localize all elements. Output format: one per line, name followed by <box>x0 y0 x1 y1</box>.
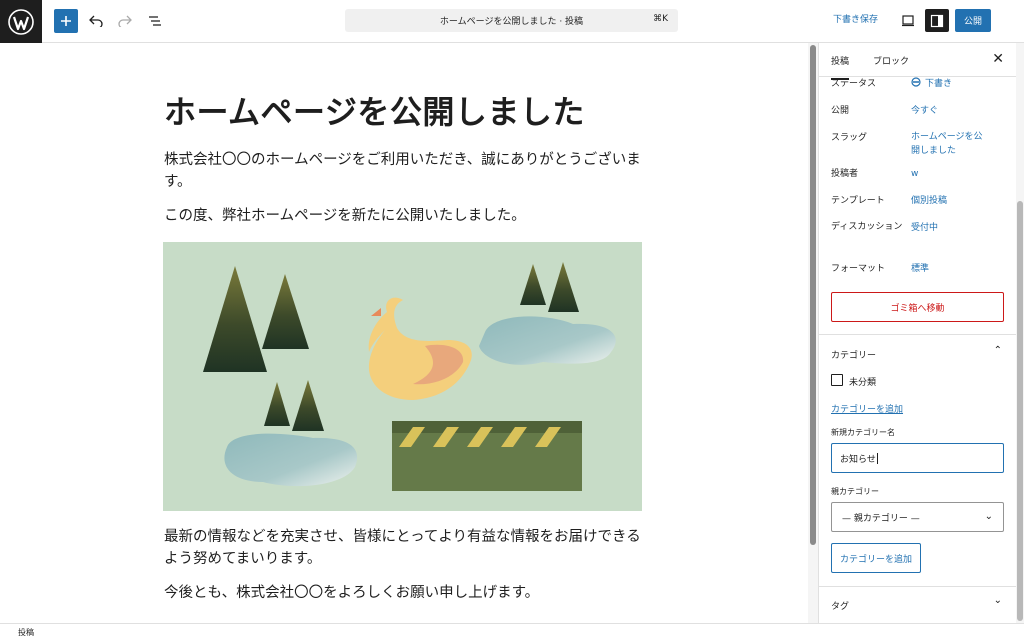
tags-section-title[interactable]: タグ <box>831 599 849 612</box>
paragraph-block[interactable]: 今後とも、株式会社〇〇をよろしくお願い申し上げます。 <box>164 582 642 604</box>
author-value[interactable]: w <box>911 167 918 181</box>
draft-status-icon <box>911 77 921 87</box>
slug-label: スラッグ <box>831 133 868 143</box>
paragraph-block[interactable]: 株式会社〇〇のホームページをご利用いただき、誠にありがとうございます。 <box>164 149 642 193</box>
command-title: ホームページを公開しました · 投稿 <box>439 17 584 27</box>
save-draft-button[interactable]: 下書き保存 <box>833 12 878 25</box>
category-option-label[interactable]: 未分類 <box>849 375 876 388</box>
new-category-input[interactable]: お知らせ <box>831 443 1004 473</box>
add-block-button[interactable] <box>54 9 78 33</box>
redo-button[interactable] <box>113 9 137 33</box>
status-value[interactable]: 下書き <box>911 77 952 91</box>
discussion-value[interactable]: 受付中 <box>911 221 938 235</box>
sidebar-scrollbar[interactable] <box>1016 43 1024 623</box>
wordpress-logo-icon[interactable] <box>0 0 42 43</box>
document-overview-button[interactable] <box>143 9 167 33</box>
status-label: ステータス <box>831 79 877 89</box>
breadcrumb[interactable]: 投稿 <box>18 627 34 638</box>
editor-header: ホームページを公開しました · 投稿 ⌘K 下書き保存 公開 <box>0 0 1024 43</box>
parent-category-label: 親カテゴリー <box>831 487 879 496</box>
publish-date-label: 公開 <box>831 106 850 116</box>
divider <box>819 586 1016 587</box>
undo-button[interactable] <box>84 9 108 33</box>
chevron-up-icon[interactable]: ⌃ <box>994 345 1002 356</box>
shortcut-hint: ⌘K <box>653 14 668 24</box>
parent-category-select[interactable]: — 親カテゴリー — ⌄ <box>831 502 1004 532</box>
chevron-down-icon: ⌄ <box>984 511 993 522</box>
add-category-link[interactable]: カテゴリーを追加 <box>831 402 903 415</box>
featured-illustration-image[interactable] <box>163 242 642 511</box>
editor-scrollbar[interactable] <box>808 43 818 623</box>
move-to-trash-button[interactable]: ゴミ箱へ移動 <box>831 292 1004 322</box>
template-label: テンプレート <box>831 196 885 206</box>
add-category-button[interactable]: カテゴリーを追加 <box>831 543 921 573</box>
command-palette-bar[interactable]: ホームページを公開しました · 投稿 ⌘K <box>345 9 678 32</box>
format-label: フォーマット <box>831 264 886 274</box>
categories-section-title[interactable]: カテゴリー <box>831 348 876 361</box>
publish-date-value[interactable]: 今すぐ <box>911 104 938 118</box>
undo-icon <box>89 15 103 27</box>
sidebar-panel-icon <box>930 14 944 27</box>
settings-toggle-button[interactable] <box>925 9 949 32</box>
post-title[interactable]: ホームページを公開しました <box>164 87 585 133</box>
sidebar-tabs: 投稿 ブロック ✕ <box>819 43 1016 80</box>
new-category-label: 新規カテゴリー名 <box>831 428 895 437</box>
list-view-icon <box>149 16 161 26</box>
chevron-down-icon[interactable]: ⌄ <box>994 595 1002 606</box>
desktop-preview-icon <box>902 15 914 27</box>
close-icon[interactable]: ✕ <box>992 51 1004 67</box>
paragraph-block[interactable]: この度、弊社ホームページを新たに公開いたしました。 <box>164 205 642 227</box>
template-value[interactable]: 個別投稿 <box>911 194 947 208</box>
redo-icon <box>118 15 132 27</box>
editor-canvas: ホームページを公開しました 株式会社〇〇のホームページをご利用いただき、誠にあり… <box>0 43 808 623</box>
publish-button[interactable]: 公開 <box>955 9 991 32</box>
divider <box>819 334 1016 335</box>
settings-sidebar: 投稿 ブロック ✕ ステータス 下書き 公開 今すぐ スラッグ ホームページを公… <box>818 43 1016 623</box>
paragraph-block[interactable]: 最新の情報などを充実させ、皆様にとってより有益な情報をお届けできるよう努めてまい… <box>164 526 642 570</box>
author-label: 投稿者 <box>831 169 859 179</box>
tab-block[interactable]: ブロック <box>873 54 909 67</box>
category-checkbox[interactable] <box>831 374 843 386</box>
plus-icon <box>61 16 71 26</box>
format-value[interactable]: 標準 <box>911 262 929 276</box>
slug-value[interactable]: ホームページを公開しました <box>911 130 991 158</box>
discussion-label: ディスカッション <box>831 222 903 232</box>
preview-button[interactable] <box>896 9 920 33</box>
block-breadcrumb-bar: 投稿 <box>0 623 1024 640</box>
